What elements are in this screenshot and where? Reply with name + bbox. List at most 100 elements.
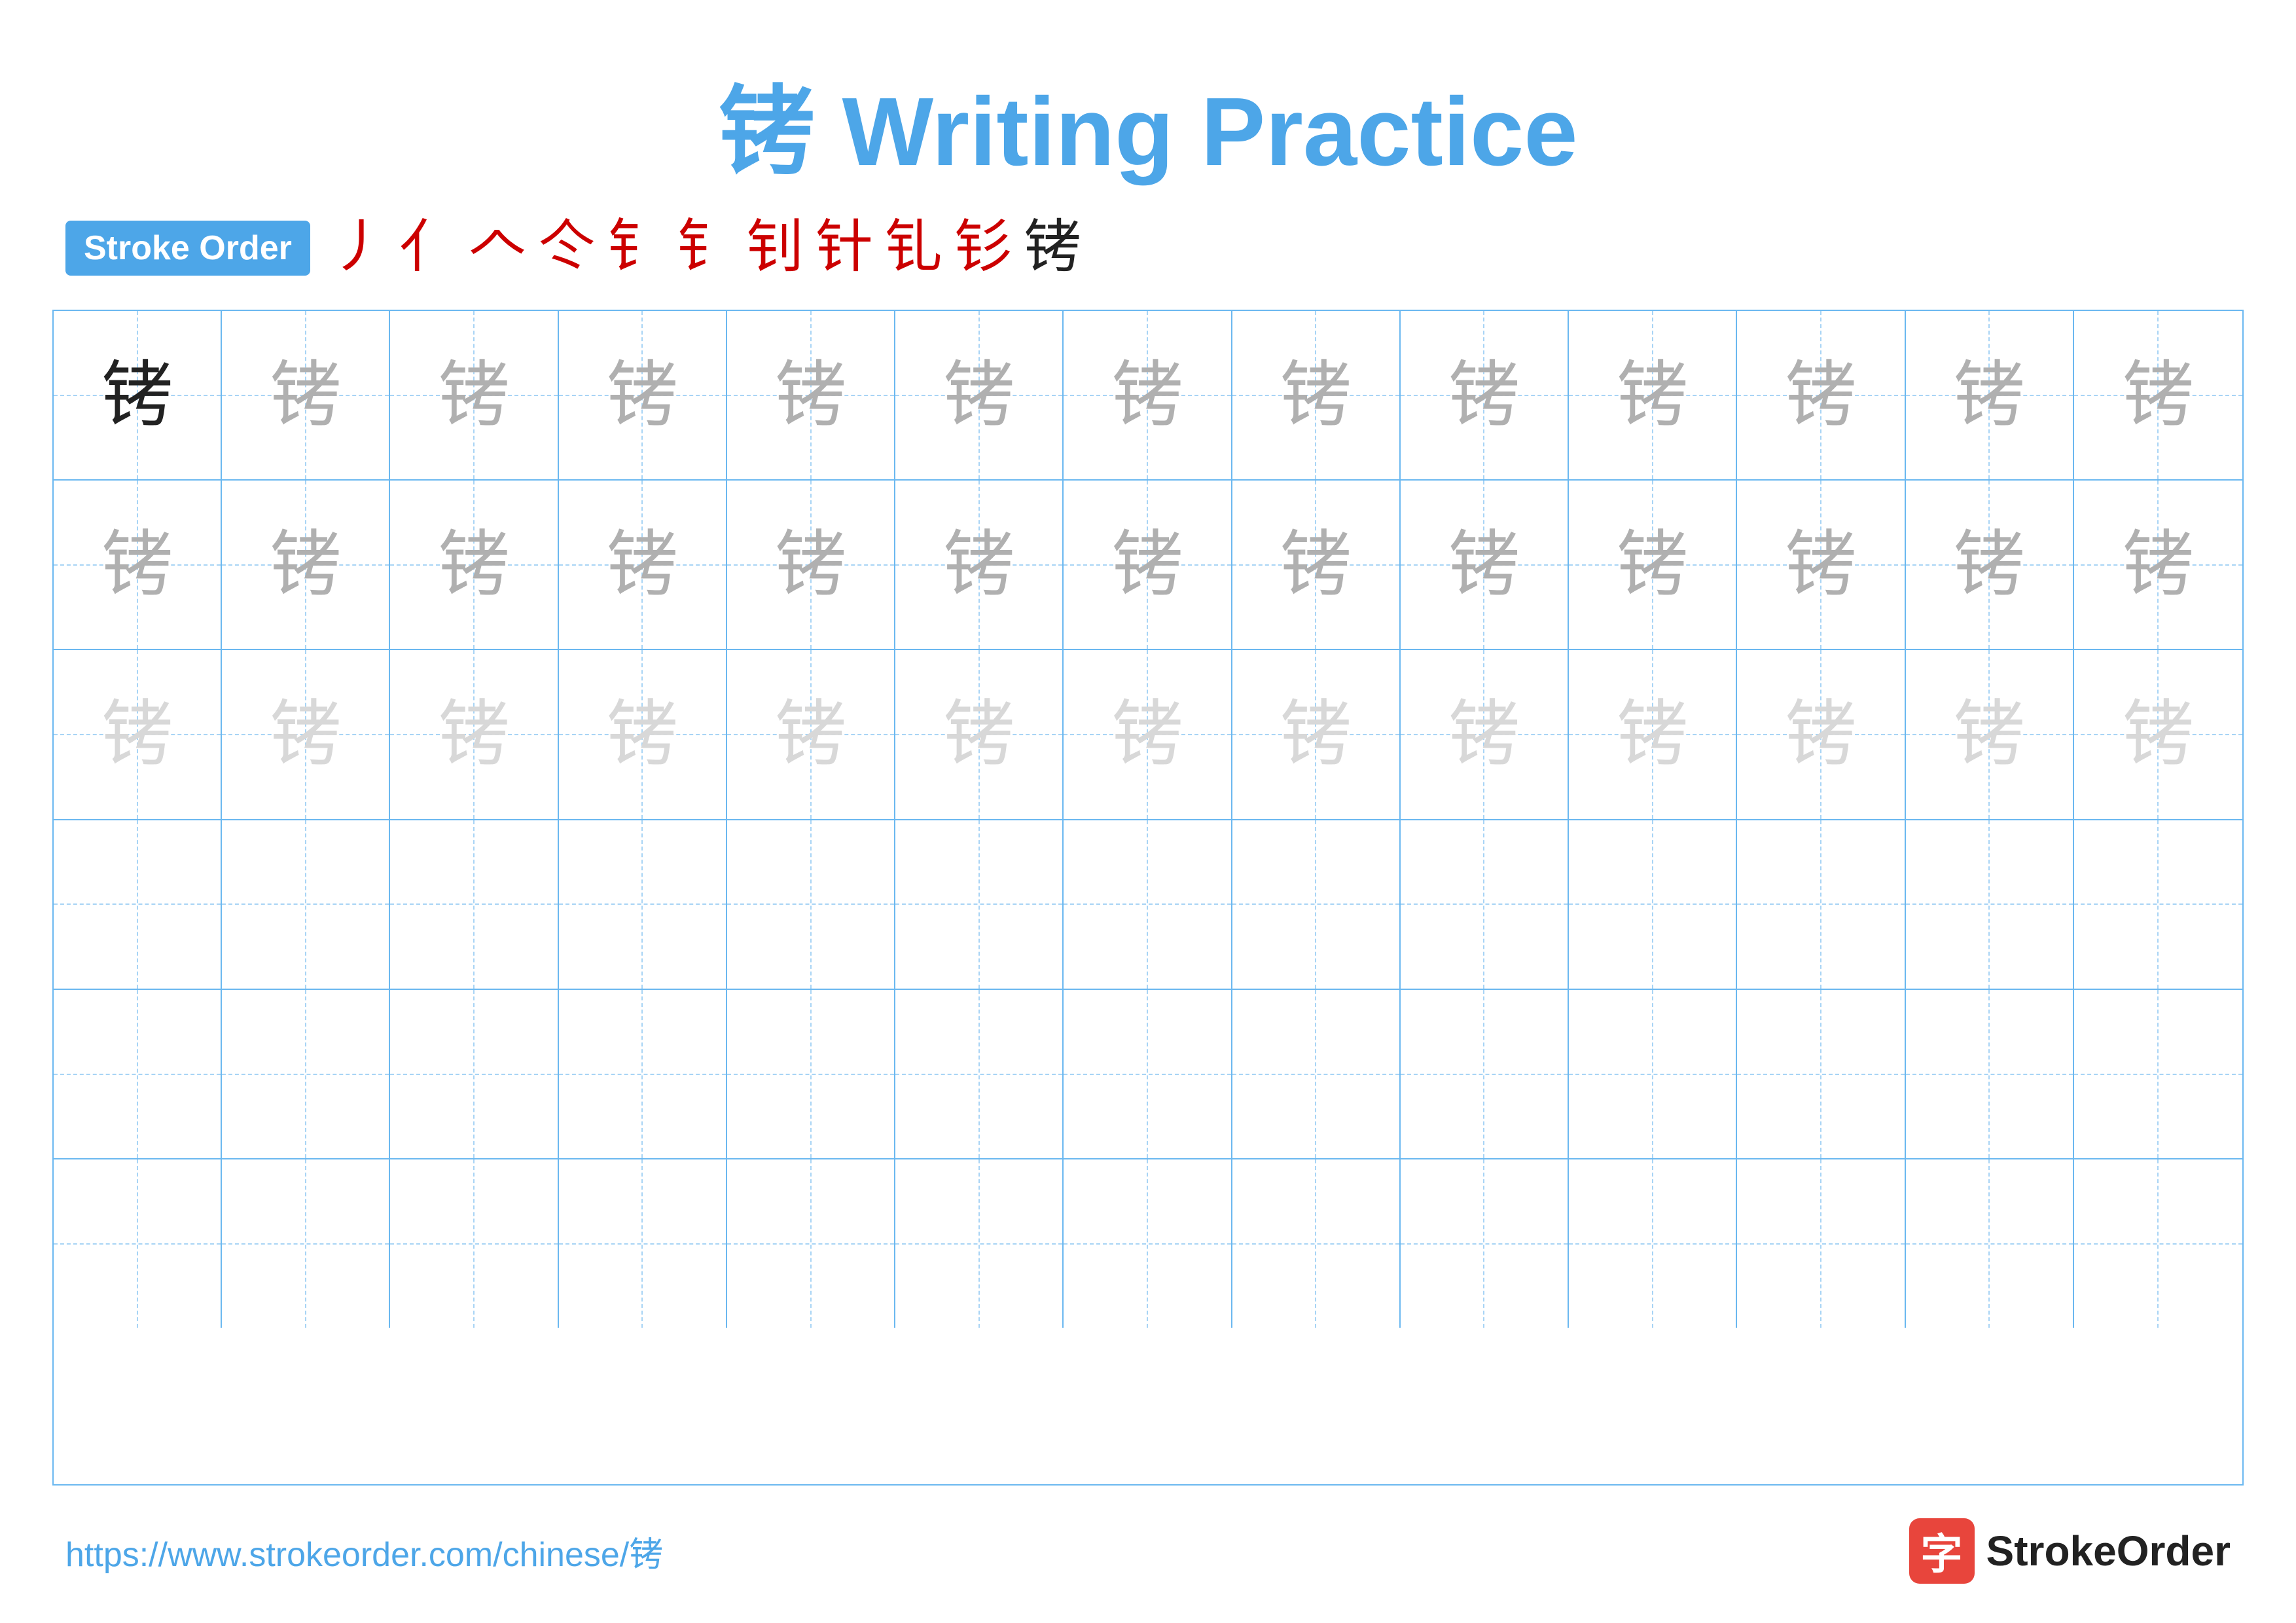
grid-cell[interactable]: 铐 [2074, 650, 2242, 818]
char-display: 铐 [2122, 529, 2194, 601]
grid-cell[interactable] [222, 990, 390, 1158]
grid-cell[interactable]: 铐 [1737, 481, 1905, 649]
grid-cell[interactable]: 铐 [54, 650, 222, 818]
grid-cell[interactable]: 铐 [222, 311, 390, 479]
grid-cell[interactable] [727, 990, 895, 1158]
grid-cell[interactable]: 铐 [895, 481, 1064, 649]
grid-cell[interactable]: 铐 [1232, 311, 1401, 479]
grid-cell[interactable] [1064, 990, 1232, 1158]
grid-cell[interactable]: 铐 [1064, 650, 1232, 818]
grid-cell[interactable] [2074, 820, 2242, 989]
grid-cell[interactable]: 铐 [1906, 650, 2074, 818]
logo-text: StrokeOrder [1986, 1527, 2231, 1575]
grid-cell[interactable]: 铐 [1232, 650, 1401, 818]
grid-cell[interactable]: 铐 [390, 311, 558, 479]
grid-cell[interactable] [1569, 990, 1737, 1158]
grid-cell[interactable]: 铐 [727, 481, 895, 649]
grid-cell[interactable]: 铐 [390, 481, 558, 649]
grid-cell[interactable]: 铐 [1232, 481, 1401, 649]
char-display: 铐 [775, 529, 847, 601]
grid-cell[interactable] [727, 1159, 895, 1328]
grid-cell[interactable] [1906, 1159, 2074, 1328]
grid-cell[interactable] [390, 1159, 558, 1328]
stroke-4: 仒 [538, 219, 596, 277]
grid-cell[interactable] [2074, 1159, 2242, 1328]
grid-cell[interactable]: 铐 [559, 311, 727, 479]
grid-cell[interactable]: 铐 [1064, 481, 1232, 649]
stroke-1: 丿 [330, 219, 387, 277]
grid-cell[interactable] [1569, 1159, 1737, 1328]
grid-cell[interactable] [54, 1159, 222, 1328]
grid-cell[interactable] [559, 990, 727, 1158]
grid-cell[interactable]: 铐 [1906, 311, 2074, 479]
grid-cell[interactable] [1232, 1159, 1401, 1328]
grid-cell[interactable] [1401, 820, 1569, 989]
grid-cell[interactable] [1064, 820, 1232, 989]
grid-cell[interactable]: 铐 [222, 650, 390, 818]
grid-cell[interactable]: 铐 [1569, 481, 1737, 649]
grid-cell[interactable] [1232, 990, 1401, 1158]
grid-cell[interactable] [54, 990, 222, 1158]
grid-cell[interactable] [1569, 820, 1737, 989]
practice-grid: 铐 铐 铐 铐 铐 铐 铐 铐 铐 铐 铐 铐 铐 铐 铐 铐 铐 铐 铐 铐 … [52, 310, 2244, 1486]
grid-cell[interactable]: 铐 [1064, 311, 1232, 479]
grid-cell[interactable]: 铐 [54, 311, 222, 479]
grid-cell[interactable] [54, 820, 222, 989]
grid-cell[interactable]: 铐 [559, 481, 727, 649]
grid-cell[interactable] [222, 1159, 390, 1328]
footer-url[interactable]: https://www.strokeorder.com/chinese/铐 [65, 1527, 663, 1576]
grid-cell[interactable]: 铐 [1737, 311, 1905, 479]
char-display: 铐 [775, 699, 847, 771]
grid-cell[interactable]: 铐 [895, 650, 1064, 818]
grid-cell[interactable] [1401, 1159, 1569, 1328]
grid-cell[interactable]: 铐 [727, 650, 895, 818]
char-display: 铐 [438, 529, 510, 601]
grid-cell[interactable]: 铐 [2074, 311, 2242, 479]
char-display: 铐 [101, 529, 173, 601]
grid-cell[interactable] [390, 990, 558, 1158]
grid-cell[interactable] [1232, 820, 1401, 989]
grid-cell[interactable] [727, 820, 895, 989]
grid-cell[interactable] [1906, 820, 2074, 989]
grid-cell[interactable] [1906, 990, 2074, 1158]
stroke-7: 钊 [746, 219, 804, 277]
char-display: 铐 [606, 529, 678, 601]
grid-cell[interactable]: 铐 [895, 311, 1064, 479]
grid-cell[interactable]: 铐 [1737, 650, 1905, 818]
grid-cell[interactable]: 铐 [1569, 650, 1737, 818]
grid-cell[interactable] [559, 1159, 727, 1328]
char-display: 铐 [1111, 359, 1183, 431]
grid-cell[interactable] [1737, 820, 1905, 989]
char-display: 铐 [270, 699, 342, 771]
grid-cell[interactable]: 铐 [222, 481, 390, 649]
stroke-order-badge: Stroke Order [65, 221, 310, 276]
grid-cell[interactable]: 铐 [559, 650, 727, 818]
char-display: 铐 [1280, 529, 1352, 601]
char-display: 铐 [1617, 529, 1689, 601]
grid-cell[interactable] [895, 820, 1064, 989]
grid-cell[interactable] [2074, 990, 2242, 1158]
char-display: 铐 [943, 699, 1015, 771]
grid-cell[interactable] [222, 820, 390, 989]
grid-cell[interactable]: 铐 [2074, 481, 2242, 649]
grid-cell[interactable] [1737, 1159, 1905, 1328]
grid-cell[interactable] [390, 820, 558, 989]
grid-cell[interactable]: 铐 [390, 650, 558, 818]
stroke-2: 亻 [399, 219, 457, 277]
grid-cell[interactable]: 铐 [727, 311, 895, 479]
grid-cell[interactable] [1401, 990, 1569, 1158]
grid-cell[interactable]: 铐 [54, 481, 222, 649]
grid-cell[interactable]: 铐 [1401, 481, 1569, 649]
stroke-10: 钐 [954, 219, 1012, 277]
grid-cell[interactable]: 铐 [1401, 311, 1569, 479]
grid-cell[interactable] [1064, 1159, 1232, 1328]
grid-cell[interactable]: 铐 [1401, 650, 1569, 818]
grid-cell[interactable] [895, 990, 1064, 1158]
grid-cell[interactable]: 铐 [1569, 311, 1737, 479]
grid-cell[interactable] [1737, 990, 1905, 1158]
char-display: 铐 [1785, 359, 1857, 431]
char-display: 铐 [775, 359, 847, 431]
grid-cell[interactable] [895, 1159, 1064, 1328]
grid-cell[interactable]: 铐 [1906, 481, 2074, 649]
grid-cell[interactable] [559, 820, 727, 989]
